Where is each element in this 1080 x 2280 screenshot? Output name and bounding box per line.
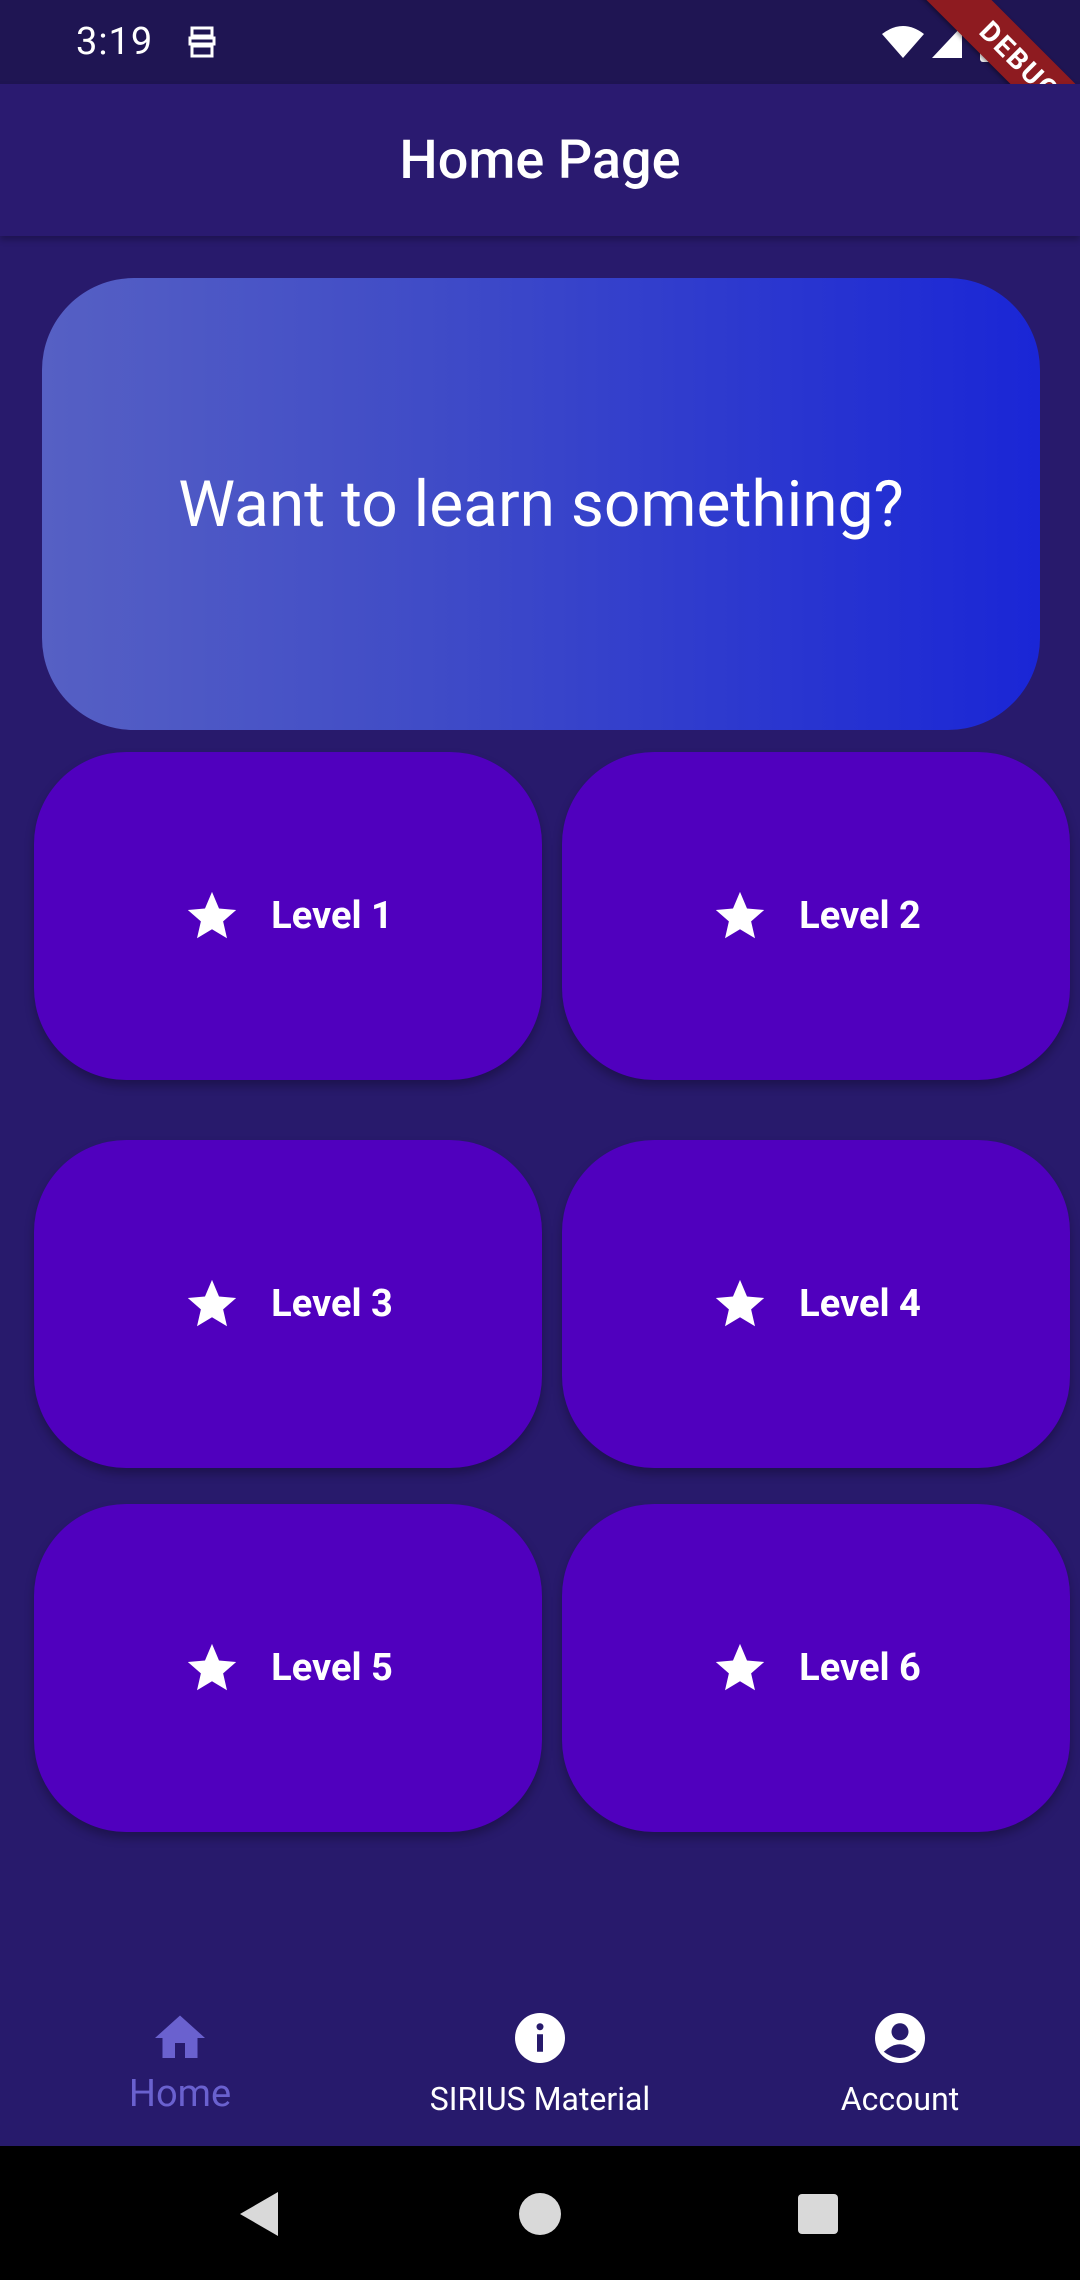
level-card-content: Level 2 (711, 887, 921, 945)
status-time: 3:19 (76, 20, 154, 64)
star-icon (187, 891, 237, 939)
app-notification-icon (188, 26, 216, 58)
star-icon (187, 1643, 237, 1691)
hero-text: Want to learn something? (178, 466, 904, 542)
nav-home[interactable]: Home (0, 1990, 360, 2146)
nav-sirius-material[interactable]: SIRIUS Material (360, 1990, 720, 2146)
star-icon (715, 891, 765, 939)
nav-sirius-material-label: SIRIUS Material (429, 2080, 651, 2118)
level-card-content: Level 3 (183, 1275, 393, 1333)
star-icon (715, 1279, 765, 1327)
system-navigation-bar (0, 2146, 1080, 2280)
level-label: Level 5 (271, 1646, 393, 1690)
recents-icon[interactable] (788, 2184, 848, 2244)
level-5-card[interactable]: Level 5 (34, 1504, 542, 1832)
star-icon (715, 1643, 765, 1691)
app-bar: Home Page (0, 84, 1080, 236)
level-label: Level 1 (271, 894, 393, 938)
level-1-card[interactable]: Level 1 (34, 752, 542, 1080)
wifi-icon (882, 26, 924, 58)
level-card-content: Level 6 (711, 1639, 921, 1697)
nav-home-label: Home (128, 2072, 232, 2116)
level-label: Level 2 (799, 894, 921, 938)
nav-account-label: Account (840, 2080, 960, 2118)
info-icon (515, 2013, 565, 2063)
account-circle-icon (875, 2013, 925, 2063)
back-icon[interactable] (230, 2184, 290, 2244)
home-icon (155, 2015, 205, 2058)
level-4-card[interactable]: Level 4 (562, 1140, 1070, 1468)
level-2-card[interactable]: Level 2 (562, 752, 1070, 1080)
level-label: Level 6 (799, 1646, 921, 1690)
level-label: Level 3 (271, 1282, 393, 1326)
status-bar: 3:19 (0, 0, 1080, 84)
level-card-content: Level 5 (183, 1639, 393, 1697)
level-3-card[interactable]: Level 3 (34, 1140, 542, 1468)
star-icon (187, 1279, 237, 1327)
level-6-card[interactable]: Level 6 (562, 1504, 1070, 1832)
page-title: Home Page (399, 128, 681, 192)
level-card-content: Level 4 (711, 1275, 921, 1333)
hero-card[interactable]: Want to learn something? (42, 278, 1040, 730)
level-card-content: Level 1 (183, 887, 393, 945)
home-screen: 3:19 DEBUG Home Page Want to learn somet… (0, 0, 1080, 2280)
nav-account[interactable]: Account (720, 1990, 1080, 2146)
level-label: Level 4 (799, 1282, 921, 1326)
bottom-navigation: Home SIRIUS Material Account (0, 1990, 1080, 2146)
home-circle-icon[interactable] (510, 2184, 570, 2244)
